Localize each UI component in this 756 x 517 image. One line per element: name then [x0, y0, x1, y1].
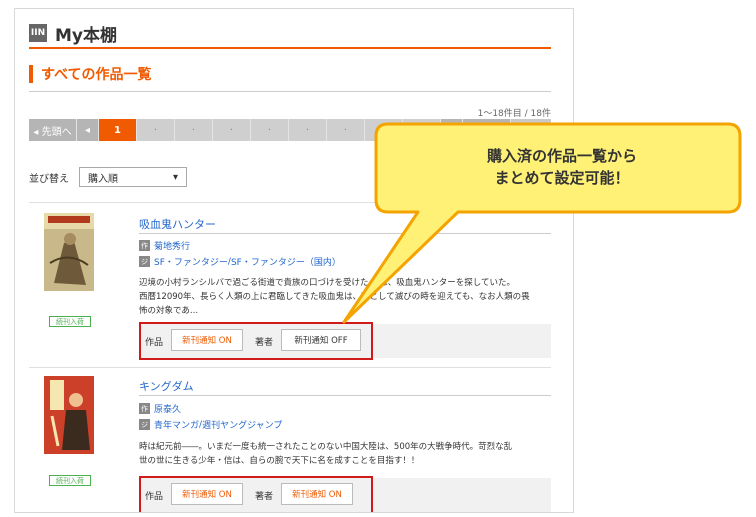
callout-line: まとめて設定可能！ — [494, 169, 630, 187]
callout-text: 購入済の作品一覧から まとめて設定可能！ — [382, 145, 742, 189]
callout-bubble — [342, 122, 742, 324]
callout-line: 購入済の作品一覧から — [486, 147, 637, 165]
